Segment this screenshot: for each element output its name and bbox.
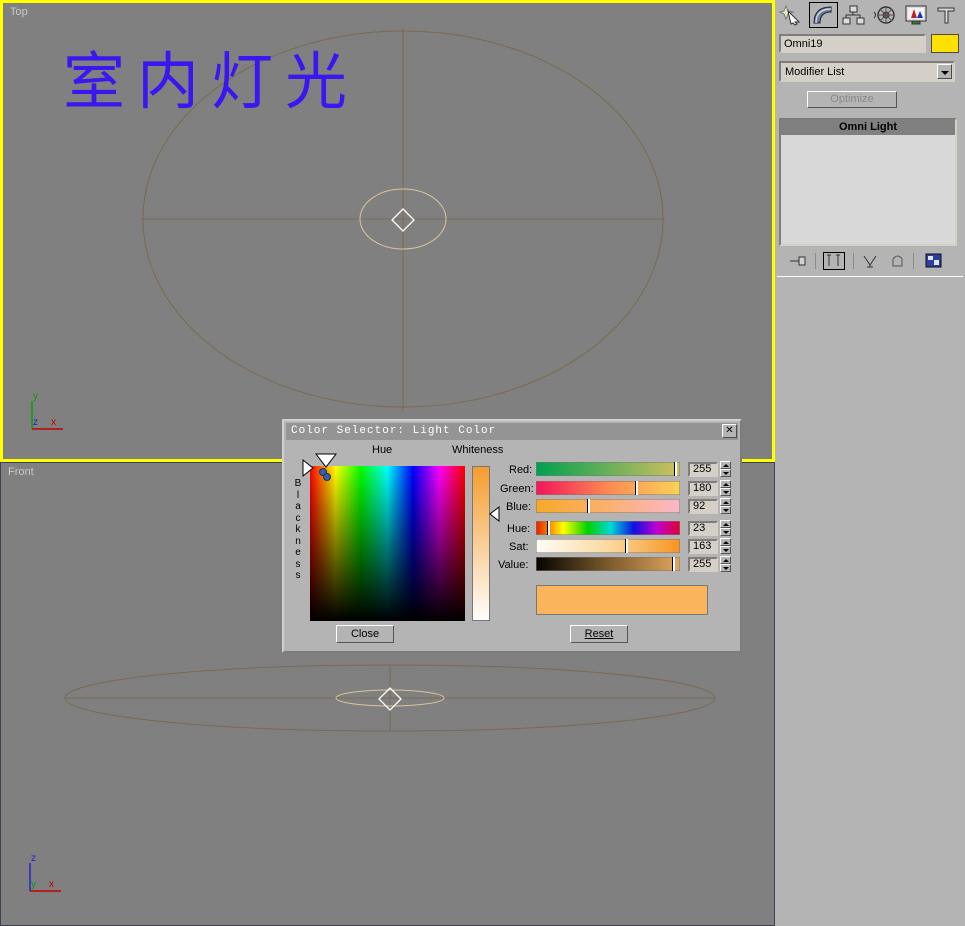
color-preview-swatch: [536, 585, 708, 615]
value-value-input[interactable]: 255: [688, 557, 718, 572]
value-stepper[interactable]: [720, 556, 731, 573]
whiteness-marker-icon[interactable]: [488, 505, 502, 525]
color-selector-title: Color Selector: Light Color: [286, 423, 738, 440]
optimize-button[interactable]: Optimize: [807, 91, 897, 108]
tab-display[interactable]: [902, 2, 931, 28]
tab-hierarchy[interactable]: [840, 2, 869, 28]
modifier-list-label: Modifier List: [785, 66, 845, 78]
svg-text:x: x: [49, 879, 54, 890]
green-label: Green:: [500, 483, 534, 495]
red-slider-thumb[interactable]: [674, 462, 677, 476]
toolbar-separator-2: [853, 253, 854, 269]
value-slider[interactable]: [535, 556, 681, 572]
green-slider[interactable]: [535, 480, 681, 496]
sat-slider-thumb[interactable]: [625, 539, 628, 553]
panel-divider: [777, 276, 963, 277]
toolbar-separator-3: [913, 253, 914, 269]
hue-top-marker-icon[interactable]: [314, 452, 342, 470]
show-end-result-icon[interactable]: [823, 252, 845, 270]
stack-item-omni-light[interactable]: Omni Light: [781, 120, 955, 135]
max-application-window: Top 室内灯光 y x z Front z x y Omni19 Modifi…: [0, 0, 965, 926]
blue-slider[interactable]: [535, 498, 681, 514]
viewport-front-label: Front: [8, 466, 34, 478]
whiteness-slider[interactable]: [472, 466, 490, 621]
hue-channel-label: Hue:: [507, 523, 531, 535]
toolbar-separator-1: [815, 253, 816, 269]
blue-stepper[interactable]: [720, 498, 731, 515]
red-slider[interactable]: [535, 461, 681, 477]
modify-tube-icon: [813, 6, 832, 24]
modifier-list-dropdown[interactable]: Modifier List: [779, 61, 955, 82]
viewport-top-label: Top: [10, 6, 28, 18]
modifier-stack-toolbar: [779, 250, 957, 272]
svg-text:x: x: [51, 417, 56, 428]
sat-slider[interactable]: [535, 538, 681, 554]
sat-value-input[interactable]: 163: [688, 539, 718, 554]
tab-utilities[interactable]: [933, 2, 962, 28]
hue-label: Hue: [372, 444, 393, 456]
blue-slider-thumb[interactable]: [587, 499, 590, 513]
object-name-row: Omni19: [779, 34, 961, 53]
command-panel: Omni19 Modifier List Optimize Omni Light: [775, 0, 965, 926]
hue-stepper[interactable]: [720, 520, 731, 537]
object-name-input[interactable]: Omni19: [779, 34, 926, 53]
blackness-label: Blackness: [294, 478, 302, 581]
display-monitor-icon: [905, 5, 927, 25]
value-slider-thumb[interactable]: [672, 557, 675, 571]
red-stepper[interactable]: [720, 461, 731, 478]
configure-modifier-sets-icon[interactable]: [923, 252, 945, 270]
utilities-hammer-icon: [937, 7, 955, 24]
pin-stack-icon[interactable]: [787, 252, 809, 270]
svg-text:z: z: [31, 853, 36, 864]
svg-text:y: y: [31, 879, 36, 890]
green-slider-thumb[interactable]: [635, 481, 638, 495]
svg-text:z: z: [33, 417, 38, 428]
viewport-annotation-text: 室内灯光: [63, 45, 360, 118]
close-button[interactable]: Close: [336, 625, 394, 643]
tab-modify[interactable]: [809, 2, 838, 28]
red-value-input[interactable]: 255: [688, 462, 718, 477]
make-unique-icon[interactable]: [861, 252, 883, 270]
viewport-front-axis-tripod: z x y: [29, 853, 61, 892]
command-panel-tabs: [778, 2, 962, 28]
viewport-top-axis-tripod: y x z: [31, 391, 63, 430]
reset-button-label: Reset: [584, 628, 614, 640]
hue-slider-thumb[interactable]: [547, 521, 550, 535]
green-value-input[interactable]: 180: [688, 481, 718, 496]
sat-label: Sat:: [509, 541, 529, 553]
hierarchy-nodes-icon: [842, 5, 865, 25]
chevron-down-icon[interactable]: [937, 64, 952, 79]
remove-modifier-icon[interactable]: [887, 252, 909, 270]
modifier-stack-list[interactable]: Omni Light: [779, 118, 957, 246]
create-star-arrow-icon: [778, 4, 801, 26]
viewport-top[interactable]: Top 室内灯光 y x z: [0, 0, 775, 462]
motion-wheel-icon: [873, 6, 895, 24]
blue-label: Blue:: [506, 501, 532, 513]
whiteness-label: Whiteness: [452, 444, 504, 456]
reset-button[interactable]: Reset: [570, 625, 628, 643]
tab-motion[interactable]: [871, 2, 900, 28]
red-label: Red:: [509, 464, 533, 476]
object-color-swatch[interactable]: [931, 34, 959, 53]
green-stepper[interactable]: [720, 480, 731, 497]
svg-text:y: y: [33, 391, 38, 402]
blue-value-input[interactable]: 92: [688, 499, 718, 514]
hue-slider[interactable]: [535, 520, 681, 536]
sat-stepper[interactable]: [720, 538, 731, 555]
hue-value-input[interactable]: 23: [688, 521, 718, 536]
hue-value-picker[interactable]: [310, 466, 465, 621]
tab-create[interactable]: [778, 2, 807, 28]
close-x-icon[interactable]: ✕: [722, 424, 737, 438]
value-label: Value:: [498, 559, 529, 571]
